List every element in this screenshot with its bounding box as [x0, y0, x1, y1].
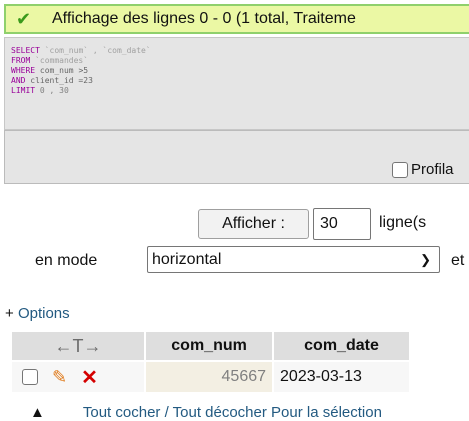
rows-count-input[interactable]: 30 [313, 208, 371, 240]
mode-after-label: et [451, 252, 465, 269]
status-message: Affichage des lignes 0 - 0 (1 total, Tra… [52, 10, 356, 27]
results-table: ←T→ com_num com_date ✎ ✕ 45667 2023-03-1… [10, 330, 411, 394]
sql-fragment: com_num >5 [35, 66, 89, 75]
row-checkbox[interactable] [22, 369, 38, 385]
sql-fragment: `com_num` , `com_date` [39, 46, 151, 55]
sql-keyword: FROM [11, 56, 31, 65]
sql-fragment: `commandes` [30, 56, 89, 65]
sql-keyword: SELECT [11, 46, 40, 55]
profiling-label: Profila [411, 161, 454, 178]
sql-fragment: 0 , 30 [35, 86, 69, 95]
check-icon: ✔ [16, 9, 32, 29]
check-all-link[interactable]: Tout cocher / Tout décocher Pour la séle… [83, 404, 382, 421]
show-button[interactable]: Afficher : [198, 209, 309, 239]
arrow-up-icon: ▲ [30, 404, 45, 421]
success-message-bar: ✔ Affichage des lignes 0 - 0 (1 total, T… [4, 4, 469, 34]
mode-label: en mode [35, 252, 98, 269]
sql-query-box[interactable]: SELECT `com_num` , `com_date` FROM `comm… [4, 37, 469, 130]
column-header-com-num[interactable]: com_num [146, 332, 273, 360]
delete-icon[interactable]: ✕ [81, 365, 98, 390]
rows-label: ligne(s [379, 214, 427, 231]
sql-query-text: SELECT `com_num` , `com_date` FROM `comm… [11, 46, 151, 96]
sql-keyword: WHERE [11, 66, 36, 75]
sql-keyword: AND [11, 76, 26, 85]
options-label: Options [17, 305, 70, 322]
table-header-row: ←T→ com_num com_date [12, 332, 409, 360]
plus-icon: + [5, 305, 18, 322]
options-toggle[interactable]: + Options [5, 305, 70, 322]
mode-select-value: horizontal [152, 250, 222, 268]
bulk-actions-bar: ▲ Tout cocher / Tout décocher Pour la sél… [30, 404, 382, 421]
row-controls: ✎ ✕ [12, 362, 145, 392]
pencil-icon[interactable]: ✎ [52, 367, 67, 388]
mode-select[interactable]: horizontal ❯ [147, 246, 440, 273]
sql-keyword: LIMIT [11, 86, 36, 95]
sql-fragment: client_id =23 [25, 76, 93, 85]
column-header-com-date[interactable]: com_date [274, 332, 409, 360]
column-arrows-header[interactable]: ←T→ [12, 332, 145, 360]
profiling-checkbox[interactable] [392, 161, 408, 178]
cell-com-date[interactable]: 2023-03-13 [274, 362, 409, 392]
cell-com-num[interactable]: 45667 [146, 362, 273, 392]
chevron-down-icon: ❯ [420, 251, 431, 267]
table-row: ✎ ✕ 45667 2023-03-13 [12, 362, 409, 392]
profiling-toggle[interactable]: Profila [392, 161, 454, 178]
